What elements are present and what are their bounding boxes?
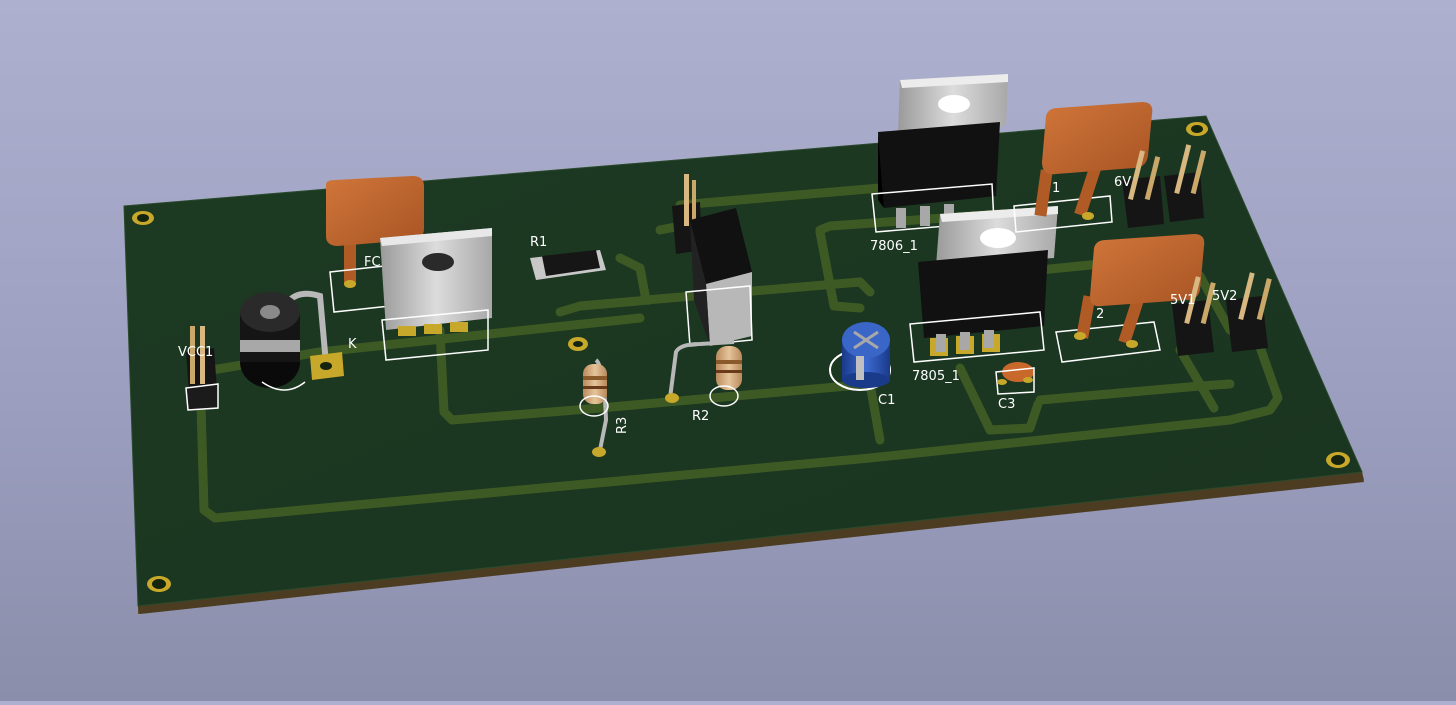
mounting-hole [132,211,154,225]
label-vcc1: VCC1 [178,345,213,360]
label-k: K [348,337,357,352]
label-r2: R2 [692,409,709,424]
label-c1: C1 [878,393,895,408]
label-cap-2: 2 [1096,307,1104,322]
label-5v2: 5V2 [1212,289,1237,304]
mounting-hole [568,337,588,351]
pcb-3d-render: VCC1 K FC R1 R2 R3 C1 C3 7806_1 7805_1 6… [123,74,1364,614]
label-7805: 7805_1 [912,369,960,384]
mounting-hole [1326,452,1350,468]
label-5v1: 5V1 [1170,293,1195,308]
label-r3: R3 [615,417,630,434]
mounting-hole [1186,122,1208,136]
label-r1: R1 [530,235,547,250]
3d-viewer-viewport[interactable]: VCC1 K FC R1 R2 R3 C1 C3 7806_1 7805_1 6… [0,0,1456,701]
mounting-hole [147,576,171,592]
label-c3: C3 [998,397,1015,412]
label-cap-1: 1 [1052,181,1060,196]
label-7806: 7806_1 [870,239,918,254]
label-fc: FC [364,255,381,270]
label-6v: 6V [1114,175,1131,190]
